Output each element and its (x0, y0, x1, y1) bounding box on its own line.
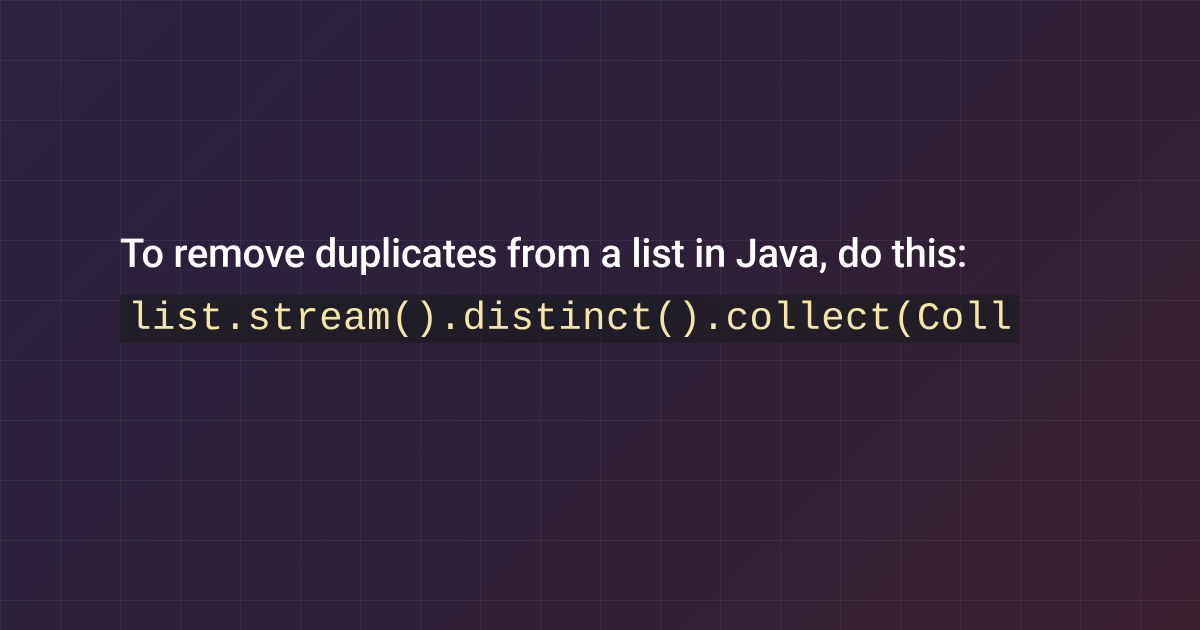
code-snippet: list.stream().distinct().collect(Coll (120, 295, 1020, 343)
snippet-description: To remove duplicates from a list in Java… (120, 230, 1200, 277)
content-container: To remove duplicates from a list in Java… (120, 230, 1200, 347)
